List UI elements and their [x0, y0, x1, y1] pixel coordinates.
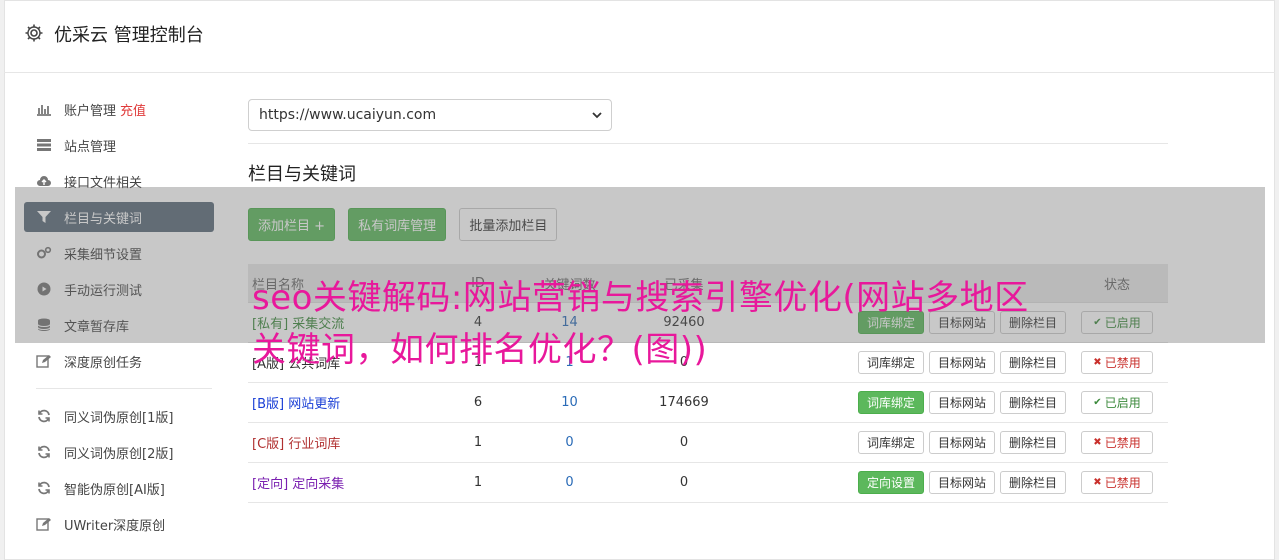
row-name-cell: [定向] 定向采集: [248, 473, 452, 492]
sidebar-item[interactable]: 账户管理 充值: [24, 94, 214, 124]
delete-column-button[interactable]: 删除栏目: [999, 391, 1066, 414]
sidebar-item[interactable]: 同义词伪原创[2版]: [24, 437, 214, 467]
bind-lib-button[interactable]: 词库绑定: [857, 391, 924, 414]
sidebar-item-label: 深度原创任务: [64, 355, 143, 371]
server-icon: [36, 137, 52, 153]
app-header: 优采云 管理控制台: [4, 0, 1275, 73]
sidebar-item[interactable]: 站点管理: [24, 130, 214, 160]
sidebar-item[interactable]: UWriter深度原创: [24, 509, 214, 539]
delete-column-button[interactable]: 删除栏目: [999, 431, 1066, 454]
bar-chart-icon: [36, 101, 52, 117]
row-status-cell: ✔ 已启用: [1066, 391, 1168, 414]
sidebar-item-label: 同义词伪原创[1版]: [64, 410, 174, 426]
sidebar-item-label: 同义词伪原创[2版]: [64, 446, 174, 462]
sidebar-item[interactable]: 同义词伪原创[1版]: [24, 401, 214, 431]
status-label: 已禁用: [1104, 436, 1141, 450]
app-title: 优采云 管理控制台: [54, 25, 204, 46]
row-status-cell: ✖ 已禁用: [1066, 431, 1168, 454]
site-select-value: https://www.ucaiyun.com: [259, 107, 437, 123]
status-toggle[interactable]: ✖ 已禁用: [1081, 471, 1153, 494]
status-toggle[interactable]: ✔ 已启用: [1081, 391, 1153, 414]
row-keyword-count[interactable]: 0: [504, 435, 635, 450]
row-id: 1: [473, 435, 483, 450]
row-name[interactable]: 网站更新: [288, 397, 340, 412]
status-toggle[interactable]: ✖ 已禁用: [1081, 351, 1153, 374]
close-icon: ✖: [1093, 437, 1102, 448]
sidebar-item-label: 站点管理: [64, 139, 117, 155]
row-tag[interactable]: [B版]: [252, 397, 284, 412]
edit-icon: [36, 353, 52, 369]
sidebar-divider: [36, 388, 212, 389]
delete-column-button[interactable]: 删除栏目: [999, 471, 1066, 494]
row-actions: 词库绑定 目标网站 删除栏目: [733, 391, 1066, 414]
section-title: 栏目与关键词: [248, 164, 356, 185]
row-tag[interactable]: [C版]: [252, 437, 284, 452]
target-site-button[interactable]: 目标网站: [928, 471, 995, 494]
close-icon: ✖: [1093, 357, 1102, 368]
status-label: 已禁用: [1104, 356, 1141, 370]
check-icon: ✔: [1093, 397, 1102, 408]
status-label: 已启用: [1104, 396, 1141, 410]
row-collected-total: 0: [679, 435, 689, 450]
site-select[interactable]: https://www.ucaiyun.com: [248, 99, 612, 131]
sidebar-item-label: UWriter深度原创: [64, 518, 166, 534]
table-row: [定向] 定向采集 1 0 0 定向设置 目标网站 删除栏目 ✖ 已禁用: [248, 463, 1168, 503]
row-collected-total: 174669: [659, 395, 709, 410]
row-keyword-count[interactable]: 0: [504, 475, 635, 490]
recharge-link[interactable]: 充值: [120, 100, 146, 119]
sidebar-item[interactable]: 智能伪原创[AI版]: [24, 473, 214, 503]
row-name-cell: [C版] 行业词库: [248, 433, 452, 452]
target-site-button[interactable]: 目标网站: [928, 391, 995, 414]
status-label: 已禁用: [1104, 476, 1141, 490]
row-collected-total: 0: [679, 475, 689, 490]
refresh-icon: [36, 480, 52, 496]
row-actions: 定向设置 目标网站 删除栏目: [733, 471, 1066, 494]
target-site-button[interactable]: 目标网站: [928, 431, 995, 454]
divider: [248, 143, 1168, 144]
sidebar-item-label: 智能伪原创[AI版]: [64, 482, 165, 498]
row-id: 1: [473, 475, 483, 490]
overlay-headline: seo关键解码:网站营销与搜索引擎优化(网站多地区关键词，如何排名优化？(图)): [252, 278, 1029, 370]
row-status-cell: ✖ 已禁用: [1066, 471, 1168, 494]
sidebar-item[interactable]: 深度原创任务: [24, 346, 214, 376]
gear-icon: [24, 23, 44, 43]
row-id: 6: [473, 395, 483, 410]
row-name-cell: [B版] 网站更新: [248, 393, 452, 412]
row-status-cell: ✖ 已禁用: [1066, 351, 1168, 374]
refresh-icon: [36, 444, 52, 460]
status-toggle[interactable]: ✖ 已禁用: [1081, 431, 1153, 454]
close-icon: ✖: [1093, 477, 1102, 488]
row-tag[interactable]: [定向]: [252, 477, 288, 492]
bind-lib-button[interactable]: 定向设置: [857, 471, 924, 494]
bind-lib-button[interactable]: 词库绑定: [857, 431, 924, 454]
table-row: [C版] 行业词库 1 0 0 词库绑定 目标网站 删除栏目 ✖ 已禁用: [248, 423, 1168, 463]
table-row: [B版] 网站更新 6 10 174669 词库绑定 目标网站 删除栏目 ✔ 已启用: [248, 383, 1168, 423]
chevron-down-icon: [591, 109, 603, 121]
refresh-icon: [36, 408, 52, 424]
row-name[interactable]: 行业词库: [288, 437, 340, 452]
row-actions: 词库绑定 目标网站 删除栏目: [733, 431, 1066, 454]
row-keyword-count[interactable]: 10: [504, 395, 635, 410]
row-name[interactable]: 定向采集: [292, 477, 344, 492]
sidebar-item-label: 账户管理: [64, 103, 117, 119]
